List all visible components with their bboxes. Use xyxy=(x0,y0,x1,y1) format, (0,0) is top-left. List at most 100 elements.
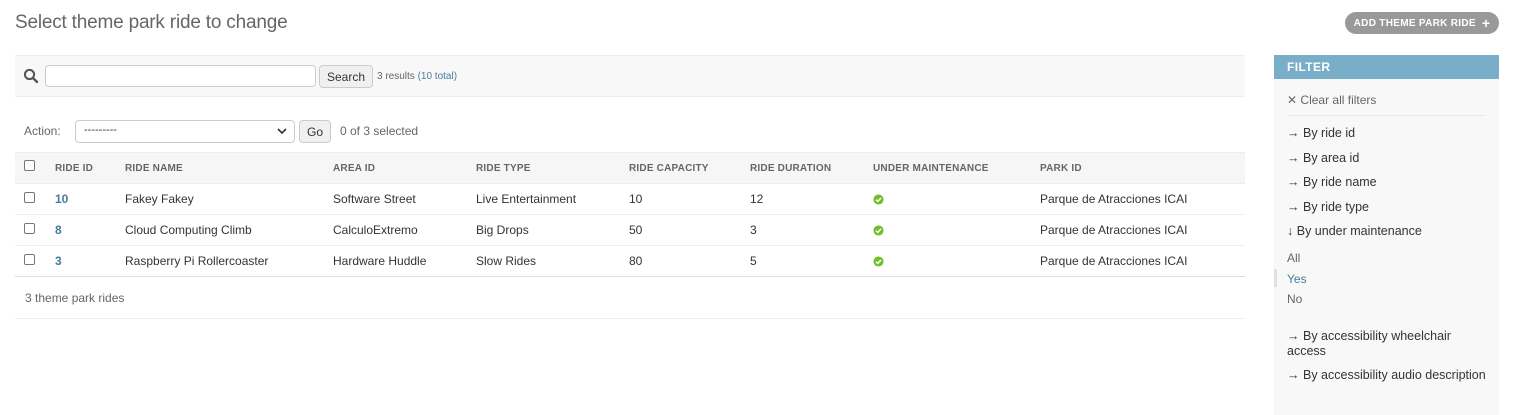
action-selected-option: --------- xyxy=(84,124,117,136)
filter-by-ride-name[interactable]: → By ride name xyxy=(1287,175,1487,190)
header-under-maintenance[interactable]: UNDER MAINTENANCE xyxy=(863,152,1030,184)
results-text: 3 results xyxy=(377,71,415,82)
filter-label: By ride name xyxy=(1302,175,1377,189)
ride-id-link[interactable]: 3 xyxy=(55,254,62,268)
row-select-cell xyxy=(15,214,45,246)
select-all-checkbox[interactable] xyxy=(24,160,35,172)
search-input[interactable] xyxy=(45,65,316,87)
area-id-cell: CalculoExtremo xyxy=(323,214,466,246)
filter-by-ride-type[interactable]: → By ride type xyxy=(1287,200,1487,215)
add-theme-park-ride-button[interactable]: ADD THEME PARK RIDE + xyxy=(1345,12,1499,34)
ride-type-cell: Big Drops xyxy=(466,214,619,246)
plus-icon: + xyxy=(1481,15,1491,31)
search-icon xyxy=(23,68,39,84)
arrow-right-icon: → xyxy=(1287,126,1300,140)
filter-header: FILTER xyxy=(1274,55,1499,79)
header-ride-capacity[interactable]: RIDE CAPACITY xyxy=(619,152,740,184)
ride-type-cell: Slow Rides xyxy=(466,245,619,277)
total-link[interactable]: (10 total) xyxy=(418,71,457,82)
area-id-cell: Software Street xyxy=(323,183,466,215)
filter-label: By ride id xyxy=(1302,126,1356,140)
ride-duration-cell: 12 xyxy=(740,183,863,215)
ride-id-cell: 3 xyxy=(45,245,115,277)
filter-label: By area id xyxy=(1302,151,1360,165)
ride-id-link[interactable]: 10 xyxy=(55,192,68,206)
filter-by-wheelchair-access[interactable]: → By accessibility wheelchair access xyxy=(1287,329,1487,359)
table-row: 10 Fakey Fakey Software Street Live Ente… xyxy=(15,183,1245,215)
ride-capacity-cell: 80 xyxy=(619,245,740,277)
row-select-cell xyxy=(15,245,45,277)
clear-filters-label: Clear all filters xyxy=(1300,93,1377,107)
filter-label: By under maintenance xyxy=(1296,224,1422,238)
table-row: 3 Raspberry Pi Rollercoaster Hardware Hu… xyxy=(15,245,1245,277)
header-ride-type[interactable]: RIDE TYPE xyxy=(466,152,619,184)
ride-type-cell: Live Entertainment xyxy=(466,183,619,215)
table-header-row: RIDE ID RIDE NAME AREA ID RIDE TYPE RIDE… xyxy=(15,152,1245,184)
go-button[interactable]: Go xyxy=(299,120,331,143)
header-ride-name[interactable]: RIDE NAME xyxy=(115,152,323,184)
header-ride-id[interactable]: RIDE ID xyxy=(45,152,115,184)
header-area-id[interactable]: AREA ID xyxy=(323,152,466,184)
result-count-footer: 3 theme park rides xyxy=(15,279,1245,319)
clear-filters-link[interactable]: ✕ Clear all filters xyxy=(1287,93,1485,116)
ride-name-cell: Cloud Computing Climb xyxy=(115,214,323,246)
filter-label: By accessibility wheelchair access xyxy=(1287,329,1451,358)
filter-by-area-id[interactable]: → By area id xyxy=(1287,151,1487,166)
action-label: Action: xyxy=(24,124,61,138)
header-ride-duration[interactable]: RIDE DURATION xyxy=(740,152,863,184)
under-maintenance-cell xyxy=(863,183,1030,215)
ride-id-cell: 10 xyxy=(45,183,115,215)
results-table: RIDE ID RIDE NAME AREA ID RIDE TYPE RIDE… xyxy=(15,152,1245,277)
results-count: 3 results (10 total) xyxy=(377,71,457,82)
ride-duration-cell: 3 xyxy=(740,214,863,246)
ride-capacity-cell: 10 xyxy=(619,183,740,215)
filter-by-under-maintenance[interactable]: ↓ By under maintenance xyxy=(1287,224,1487,239)
action-bar: Action: --------- Go 0 of 3 selected xyxy=(15,119,1245,145)
ride-name-cell: Raspberry Pi Rollercoaster xyxy=(115,245,323,277)
filter-sidebar: FILTER ✕ Clear all filters → By ride id … xyxy=(1274,55,1499,415)
check-circle-icon xyxy=(873,194,884,205)
check-circle-icon xyxy=(873,225,884,236)
selected-choice-marker xyxy=(1274,269,1277,287)
selected-count: 0 of 3 selected xyxy=(340,124,419,138)
filter-choice-no[interactable]: No xyxy=(1287,292,1302,306)
arrow-right-icon: → xyxy=(1287,200,1300,214)
check-circle-icon xyxy=(873,256,884,267)
arrow-right-icon: → xyxy=(1287,368,1300,382)
arrow-right-icon: → xyxy=(1287,175,1300,189)
arrow-right-icon: → xyxy=(1287,329,1300,343)
row-checkbox[interactable] xyxy=(24,223,35,235)
row-checkbox[interactable] xyxy=(24,192,35,204)
park-id-cell: Parque de Atracciones ICAI xyxy=(1030,183,1245,215)
ride-capacity-cell: 50 xyxy=(619,214,740,246)
arrow-right-icon: → xyxy=(1287,151,1300,165)
filter-label: By accessibility audio description xyxy=(1302,368,1486,382)
search-toolbar: Search 3 results (10 total) xyxy=(15,55,1245,97)
header-park-id[interactable]: PARK ID xyxy=(1030,152,1245,184)
under-maintenance-cell xyxy=(863,214,1030,246)
park-id-cell: Parque de Atracciones ICAI xyxy=(1030,214,1245,246)
filter-choice-all[interactable]: All xyxy=(1287,251,1300,265)
close-icon: ✕ xyxy=(1287,93,1298,107)
select-all-header xyxy=(15,152,45,184)
filter-label: By ride type xyxy=(1302,200,1369,214)
under-maintenance-cell xyxy=(863,245,1030,277)
ride-id-cell: 8 xyxy=(45,214,115,246)
filter-choice-yes[interactable]: Yes xyxy=(1287,272,1307,286)
row-checkbox[interactable] xyxy=(24,254,35,266)
filter-by-ride-id[interactable]: → By ride id xyxy=(1287,126,1487,141)
ride-duration-cell: 5 xyxy=(740,245,863,277)
add-button-label: ADD THEME PARK RIDE xyxy=(1353,17,1476,29)
page-title: Select theme park ride to change xyxy=(15,12,288,33)
ride-name-cell: Fakey Fakey xyxy=(115,183,323,215)
table-row: 8 Cloud Computing Climb CalculoExtremo B… xyxy=(15,214,1245,246)
ride-id-link[interactable]: 8 xyxy=(55,223,62,237)
area-id-cell: Hardware Huddle xyxy=(323,245,466,277)
row-select-cell xyxy=(15,183,45,215)
action-select[interactable]: --------- xyxy=(75,120,295,143)
filter-by-audio-description[interactable]: → By accessibility audio description xyxy=(1287,368,1487,383)
search-button[interactable]: Search xyxy=(319,65,373,88)
park-id-cell: Parque de Atracciones ICAI xyxy=(1030,245,1245,277)
chevron-down-icon xyxy=(277,128,287,135)
arrow-down-icon: ↓ xyxy=(1287,224,1294,238)
